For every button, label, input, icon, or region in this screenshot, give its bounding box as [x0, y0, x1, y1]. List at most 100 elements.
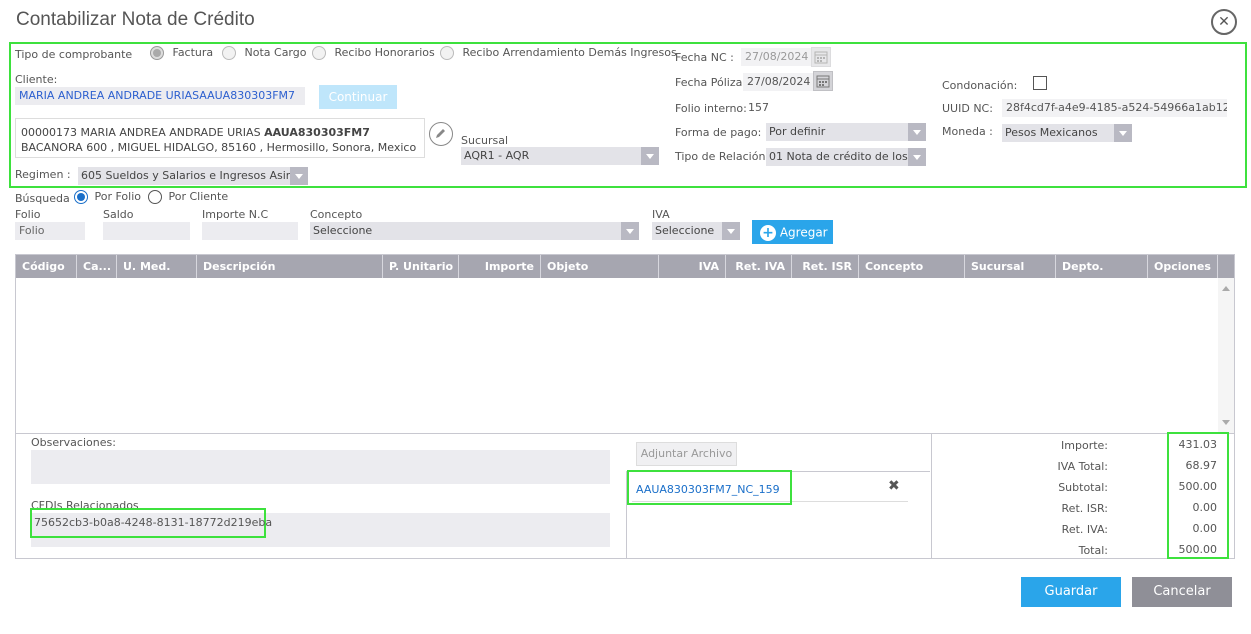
forma-pago-value: Por definir	[769, 125, 826, 138]
chevron-down-icon	[908, 148, 926, 166]
forma-pago-select[interactable]: Por definir	[766, 123, 926, 141]
chevron-down-icon	[621, 222, 639, 240]
chevron-down-icon	[908, 123, 926, 141]
observaciones-textarea[interactable]	[31, 450, 610, 484]
plus-circle-icon: +	[760, 224, 776, 241]
condonacion-checkbox[interactable]	[1033, 76, 1047, 90]
agregar-label: Agregar	[779, 225, 828, 240]
sucursal-value: AQR1 - AQR	[464, 149, 530, 162]
dialog-title: Contabilizar Nota de Crédito	[16, 9, 255, 30]
tipo-relacion-label: Tipo de Relación :	[675, 150, 773, 163]
radio-factura[interactable]: Factura	[150, 46, 213, 60]
col-precio-unitario[interactable]: P. Unitario	[383, 255, 459, 278]
importe-nc-label: Importe N.C	[202, 208, 269, 221]
observaciones-label: Observaciones:	[31, 436, 116, 449]
attachment-link[interactable]: AAUA830303FM7_NC_159	[636, 483, 780, 496]
calendar-icon[interactable]	[813, 71, 833, 91]
col-opciones[interactable]: Opciones	[1148, 255, 1218, 278]
radio-factura-label: Factura	[172, 46, 214, 59]
col-iva[interactable]: IVA	[659, 255, 726, 278]
radio-recibo-arrendamiento[interactable]: Recibo Arrendamiento Demás Ingresos	[440, 46, 677, 60]
col-objeto[interactable]: Objeto	[541, 255, 659, 278]
save-button[interactable]: Guardar	[1021, 577, 1121, 607]
total-label-iva: IVA Total:	[1057, 460, 1108, 473]
remove-attachment-icon[interactable]: ✖	[888, 478, 900, 494]
total-value-ret-iva: 0.00	[1192, 522, 1218, 535]
col-ret-isr[interactable]: Ret. ISR	[792, 255, 859, 278]
col-sucursal[interactable]: Sucursal	[965, 255, 1056, 278]
total-label-ret-isr: Ret. ISR:	[1061, 502, 1108, 515]
sucursal-select[interactable]: AQR1 - AQR	[461, 147, 659, 165]
total-label-total: Total:	[1078, 544, 1108, 557]
regimen-select[interactable]: 605 Sueldos y Salarios e Ingresos Asimil…	[78, 167, 308, 185]
radio-recibo-honorarios-icon	[312, 46, 326, 60]
folio-input[interactable]: Folio	[15, 222, 85, 240]
radio-nota-cargo-icon	[222, 46, 236, 60]
col-descripcion[interactable]: Descripción	[197, 255, 383, 278]
edit-pencil-icon[interactable]	[429, 122, 453, 146]
concepto-select[interactable]: Seleccione	[310, 222, 639, 240]
table-scrollbar[interactable]	[1218, 278, 1234, 433]
folio-interno-label: Folio interno:	[675, 102, 747, 115]
folio-label: Folio	[15, 208, 41, 221]
cliente-info-rfc: AAUA830303FM7	[264, 126, 370, 139]
radio-nota-cargo-label: Nota Cargo	[244, 46, 307, 59]
iva-label: IVA	[652, 208, 670, 221]
chevron-down-icon	[1114, 124, 1132, 142]
continuar-button[interactable]: Continuar	[319, 85, 397, 109]
tipo-relacion-value: 01 Nota de crédito de los d	[769, 150, 919, 163]
col-codigo[interactable]: Código	[16, 255, 77, 278]
items-table: Código Ca... U. Med. Descripción P. Unit…	[15, 254, 1235, 434]
radio-por-folio[interactable]: Por Folio	[74, 190, 141, 204]
total-value-total: 500.00	[1178, 543, 1218, 556]
moneda-value: Pesos Mexicanos	[1005, 126, 1098, 139]
cliente-info-line1: 00000173 MARIA ANDREA ANDRADE URIAS AAUA…	[21, 125, 419, 140]
col-cantidad[interactable]: Ca...	[77, 255, 117, 278]
concepto-value: Seleccione	[313, 224, 373, 237]
busqueda-label: Búsqueda	[15, 192, 70, 205]
iva-value: Seleccione	[655, 224, 715, 237]
fecha-poliza-input[interactable]: 27/08/2024	[743, 73, 813, 91]
cliente-info-name: 00000173 MARIA ANDREA ANDRADE URIAS	[21, 126, 265, 139]
sucursal-label: Sucursal	[461, 134, 509, 147]
close-icon[interactable]: ✕	[1211, 9, 1237, 35]
total-value-ret-isr: 0.00	[1192, 501, 1218, 514]
radio-por-cliente[interactable]: Por Cliente	[148, 190, 228, 204]
forma-pago-label: Forma de pago:	[675, 126, 762, 139]
cfdis-value: 75652cb3-b0a8-4248-8131-18772d219eba	[34, 516, 273, 529]
folio-interno-value: 157	[748, 101, 769, 114]
agregar-button[interactable]: + Agregar	[752, 220, 833, 244]
radio-recibo-arrendamiento-label: Recibo Arrendamiento Demás Ingresos	[462, 46, 677, 59]
adjuntar-archivo-button[interactable]: Adjuntar Archivo	[636, 442, 737, 466]
saldo-input[interactable]	[103, 222, 190, 240]
total-value-iva: 68.97	[1185, 459, 1218, 472]
col-concepto[interactable]: Concepto	[859, 255, 965, 278]
fecha-nc-label: Fecha NC :	[675, 51, 734, 64]
iva-select[interactable]: Seleccione	[652, 222, 740, 240]
uuid-label: UUID NC:	[942, 102, 993, 115]
chevron-down-icon	[722, 222, 740, 240]
col-importe[interactable]: Importe	[459, 255, 541, 278]
radio-recibo-honorarios-label: Recibo Honorarios	[334, 46, 435, 59]
radio-recibo-honorarios[interactable]: Recibo Honorarios	[312, 46, 435, 60]
col-depto[interactable]: Depto.	[1056, 255, 1148, 278]
tipo-relacion-select[interactable]: 01 Nota de crédito de los d	[766, 148, 926, 166]
cancel-button[interactable]: Cancelar	[1132, 577, 1232, 607]
regimen-label: Regimen :	[15, 168, 71, 181]
total-label-ret-iva: Ret. IVA:	[1061, 523, 1108, 536]
uuid-input[interactable]: 28f4cd7f-a4e9-4185-a524-54966a1ab123	[1002, 99, 1227, 117]
calendar-icon[interactable]	[811, 47, 831, 67]
moneda-select[interactable]: Pesos Mexicanos	[1002, 124, 1132, 142]
radio-nota-cargo[interactable]: Nota Cargo	[222, 46, 306, 60]
fecha-nc-input[interactable]: 27/08/2024	[741, 48, 811, 66]
col-ret-iva[interactable]: Ret. IVA	[726, 255, 792, 278]
scroll-up-icon[interactable]	[1222, 286, 1230, 291]
fecha-poliza-label: Fecha Póliza:	[675, 76, 747, 89]
col-unidad-medida[interactable]: U. Med.	[117, 255, 197, 278]
importe-nc-input[interactable]	[202, 222, 298, 240]
cliente-label: Cliente:	[15, 73, 58, 86]
cliente-info-line2: BACANORA 600 , MIGUEL HIDALGO, 85160 , H…	[21, 141, 417, 154]
total-label-subtotal: Subtotal:	[1058, 481, 1108, 494]
cliente-input[interactable]: MARIA ANDREA ANDRADE URIASAAUA830303FM7	[15, 87, 305, 105]
scroll-down-icon[interactable]	[1222, 420, 1230, 425]
